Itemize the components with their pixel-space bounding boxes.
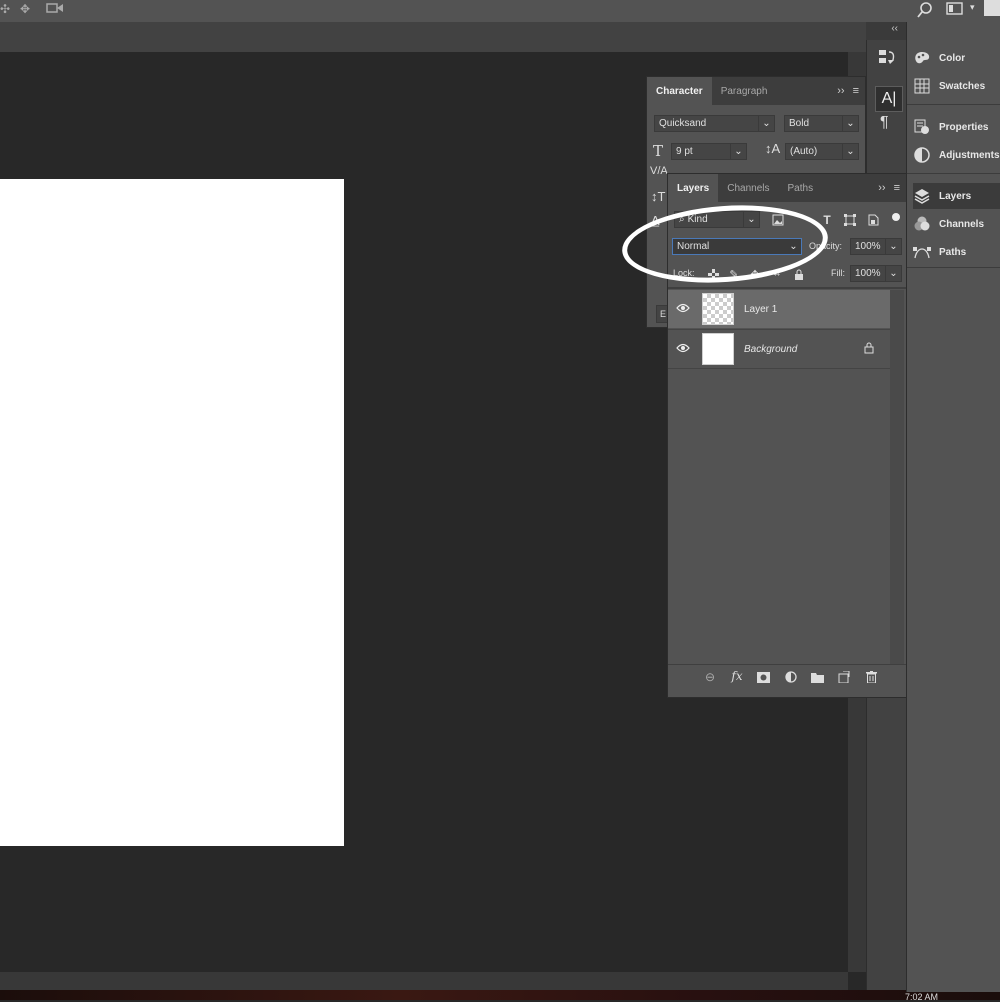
layers-icon — [913, 187, 931, 205]
panel-adjustments[interactable]: Adjustments — [913, 142, 1000, 168]
taskbar-clock: 7:02 AM — [904, 992, 938, 1002]
3d-pan-icon[interactable]: ✥ — [20, 2, 30, 16]
layers-panel-header: Layers Channels Paths ›› ≡ — [668, 174, 906, 202]
character-panel-icon[interactable]: A| — [875, 86, 903, 112]
options-bar: ✣ ✥ ▾ — [0, 0, 1000, 22]
tab-layers[interactable]: Layers — [668, 174, 719, 202]
leading-field[interactable]: (Auto) ⌄ — [785, 143, 859, 160]
workspace-icon[interactable] — [946, 1, 964, 17]
layer-row-background[interactable]: Background — [668, 329, 890, 369]
chevron-down-icon: ⌄ — [730, 144, 746, 159]
expand-panel-icon[interactable]: ›› — [837, 85, 844, 97]
search-icon[interactable] — [916, 1, 934, 19]
layer-thumbnail — [702, 333, 734, 365]
tab-paths[interactable]: Paths — [779, 174, 823, 202]
new-layer-icon[interactable] — [837, 670, 851, 684]
channels-icon — [913, 215, 931, 233]
visibility-eye-icon[interactable] — [676, 303, 690, 313]
collapsed-panels-column: Color Swatches Properties Adjustments La… — [906, 22, 1000, 992]
panel-swatches[interactable]: Swatches — [913, 73, 1000, 99]
chevron-down-icon: ⌄ — [885, 239, 901, 254]
panel-menu-icon[interactable]: ≡ — [853, 85, 859, 97]
layer-thumbnail — [702, 293, 734, 325]
fill-label: Fill: — [831, 268, 845, 278]
paragraph-panel-icon[interactable]: ¶ — [880, 114, 889, 132]
font-size-icon: T — [653, 142, 664, 160]
panel-color[interactable]: Color — [913, 45, 1000, 71]
panel-label: Adjustments — [939, 149, 1000, 161]
chevron-down-icon: ⌄ — [758, 116, 774, 131]
horizontal-scrollbar[interactable] — [0, 972, 848, 990]
swatches-icon — [913, 77, 931, 95]
filter-toggle-icon[interactable] — [889, 210, 903, 224]
font-style-select[interactable]: Bold ⌄ — [784, 115, 859, 132]
mask-icon[interactable] — [756, 670, 770, 684]
lock-all-icon[interactable] — [792, 267, 806, 281]
panel-label: Swatches — [939, 80, 986, 92]
panel-label: Channels — [939, 218, 985, 230]
filter-smart-object-icon[interactable] — [866, 213, 880, 227]
panel-label: Paths — [939, 246, 967, 258]
leading-icon: ↕A — [765, 141, 781, 156]
vertical-scale-icon: ↕T — [651, 189, 666, 204]
chevron-down-icon: ⌄ — [842, 144, 858, 159]
taskbar — [0, 990, 1000, 1000]
panel-paths[interactable]: Paths — [913, 239, 1000, 265]
3d-rotate-icon[interactable]: ✣ — [0, 2, 10, 16]
3d-camera-icon[interactable] — [46, 0, 64, 16]
layers-scrollbar[interactable] — [890, 290, 904, 664]
fx-icon[interactable]: fx — [730, 669, 744, 683]
opacity-field[interactable]: 100% ⌄ — [850, 238, 902, 255]
layer-name: Layer 1 — [744, 304, 778, 315]
font-family-select[interactable]: Quicksand ⌄ — [654, 115, 775, 132]
panel-channels[interactable]: Channels — [913, 211, 1000, 237]
panel-layers[interactable]: Layers — [913, 183, 1000, 209]
visibility-eye-icon[interactable] — [676, 343, 690, 353]
filter-shape-icon[interactable] — [843, 213, 857, 227]
adjustments-icon — [913, 146, 931, 164]
panel-collapse-bar[interactable]: ‹‹ — [866, 22, 906, 40]
chevron-down-icon[interactable]: ▾ — [970, 2, 975, 13]
panel-label: Layers — [939, 190, 972, 202]
color-icon — [913, 49, 931, 67]
chevron-down-icon: ⌄ — [842, 116, 858, 131]
paths-icon — [913, 243, 931, 261]
tab-paragraph[interactable]: Paragraph — [712, 77, 777, 105]
expand-panel-icon[interactable]: ›› — [878, 182, 885, 194]
collapse-panels-icon[interactable]: ‹‹ — [891, 23, 898, 34]
character-panel-header: Character Paragraph ›› ≡ — [647, 77, 865, 105]
document-tab-bar — [0, 22, 866, 53]
kerning-icon: V/A — [650, 165, 668, 177]
font-size-field[interactable]: 9 pt ⌄ — [671, 143, 747, 160]
tab-character[interactable]: Character — [647, 77, 712, 105]
properties-icon — [913, 118, 931, 136]
panel-label: Color — [939, 52, 966, 64]
lock-icon — [864, 342, 874, 354]
trash-icon[interactable] — [864, 670, 878, 684]
chevron-down-icon: ⌄ — [885, 266, 901, 281]
fill-field[interactable]: 100% ⌄ — [850, 265, 902, 282]
layers-footer: ⊖ fx — [668, 664, 906, 689]
document-canvas[interactable] — [0, 179, 344, 846]
history-icon[interactable] — [877, 48, 897, 68]
adjustment-layer-icon[interactable] — [784, 670, 798, 684]
layer-row-layer-1[interactable]: Layer 1 — [668, 290, 890, 328]
share-icon[interactable] — [984, 0, 1000, 16]
panel-label: Properties — [939, 121, 989, 133]
panel-properties[interactable]: Properties — [913, 114, 1000, 140]
link-icon[interactable]: ⊖ — [703, 670, 717, 684]
group-folder-icon[interactable] — [810, 670, 824, 684]
tab-channels[interactable]: Channels — [718, 174, 778, 202]
panel-menu-icon[interactable]: ≡ — [894, 182, 900, 194]
layer-name: Background — [744, 344, 798, 355]
